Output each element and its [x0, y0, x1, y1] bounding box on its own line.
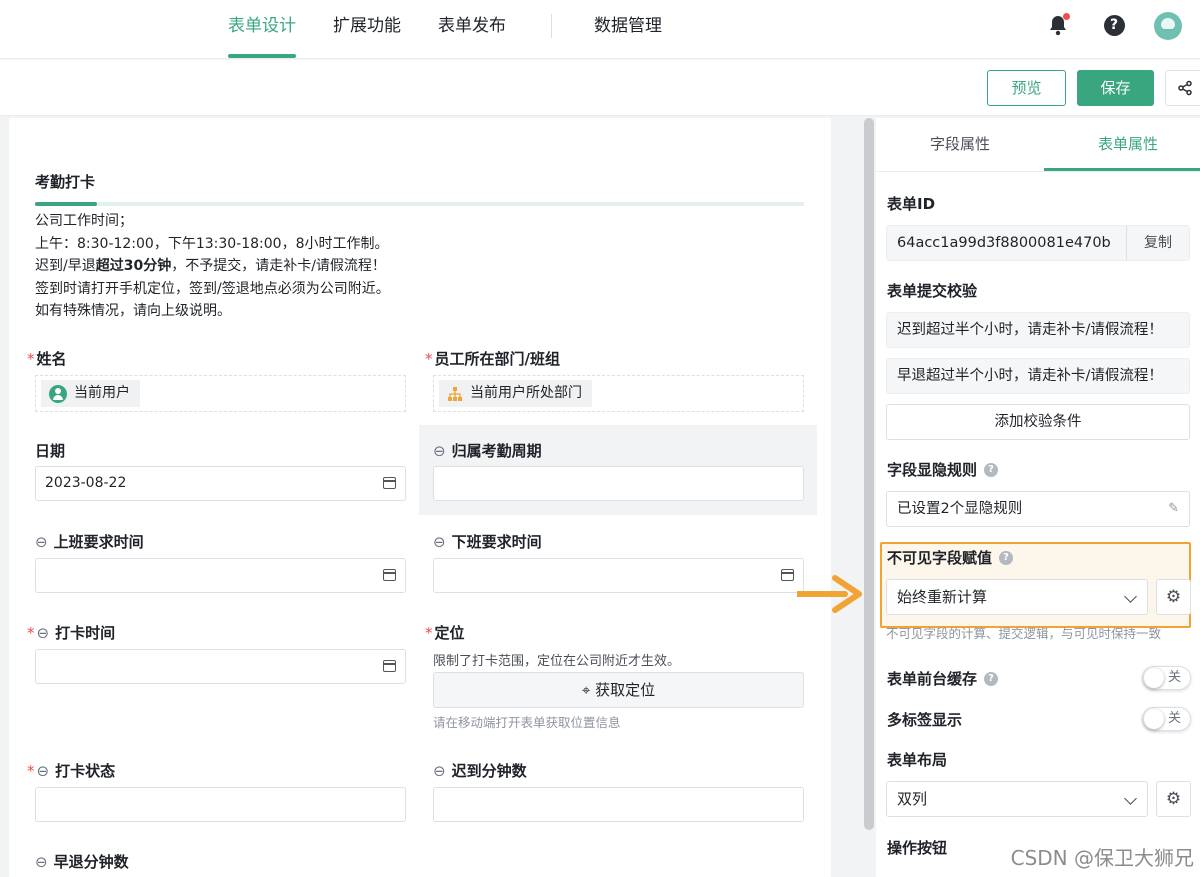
tab-field-properties[interactable]: 字段属性 — [876, 118, 1044, 171]
edit-icon: ✎ — [1168, 501, 1179, 516]
calendar-icon — [383, 477, 396, 489]
share-icon — [1178, 80, 1192, 96]
link-icon: ⊖ — [35, 852, 48, 871]
form-canvas: 考勤打卡 公司工作时间； 上午：8:30-12:00，下午13:30-18:00… — [9, 118, 831, 877]
form-id-label: 表单ID — [887, 195, 936, 213]
field-label-work-end: ⊖ 下班要求时间 — [433, 532, 542, 552]
field-label-location: * 定位 — [425, 623, 465, 643]
field-label-date: 日期 — [35, 442, 66, 460]
date-input[interactable]: 2023-08-22 — [35, 466, 406, 501]
avatar[interactable] — [1154, 12, 1182, 40]
link-icon: ⊖ — [36, 761, 50, 780]
section-divider — [35, 202, 804, 206]
nav-extensions[interactable]: 扩展功能 — [333, 0, 401, 59]
dept-chip: 当前用户所处部门 — [439, 380, 592, 407]
crosshair-icon: ⌖ — [581, 681, 591, 699]
share-button[interactable] — [1165, 70, 1200, 106]
field-label-punch-time: * ⊖ 打卡时间 — [27, 623, 116, 643]
link-icon: ⊖ — [433, 441, 446, 460]
watermark: CSDN @保卫大狮兄 — [1010, 846, 1194, 870]
visibility-label: 字段显隐规则? — [887, 459, 999, 480]
save-button[interactable]: 保存 — [1077, 70, 1154, 106]
location-note: 限制了打卡范围，定位在公司附近才生效。 — [433, 654, 681, 669]
link-icon: ⊖ — [35, 532, 48, 551]
copy-button[interactable]: 复制 — [1126, 226, 1189, 260]
top-bar: 表单设计 扩展功能 表单发布 数据管理 ? — [0, 0, 1200, 59]
org-icon — [448, 386, 462, 401]
calendar-icon — [383, 569, 396, 581]
tab-divider — [876, 171, 1200, 172]
highlight-annotation — [880, 542, 1191, 628]
calendar-icon — [383, 660, 396, 672]
visibility-rules-field[interactable]: 已设置2个显隐规则 ✎ — [886, 491, 1190, 527]
validation-label: 表单提交校验 — [887, 282, 978, 300]
form-id-field: 64acc1a99d3f8800081e470b 复制 — [886, 225, 1190, 261]
arrow-annotation-icon — [797, 575, 862, 613]
section-title: 考勤打卡 — [35, 173, 96, 191]
field-label-punch-status: * ⊖ 打卡状态 — [27, 761, 116, 781]
field-label-period: ⊖ 归属考勤周期 — [433, 441, 542, 461]
preview-button[interactable]: 预览 — [987, 70, 1066, 106]
field-label-work-start: ⊖ 上班要求时间 — [35, 532, 144, 552]
field-label-name: * 姓名 — [27, 349, 67, 369]
dept-field[interactable]: 当前用户所处部门 — [433, 375, 804, 412]
work-start-input[interactable] — [35, 558, 406, 593]
validation-rule-2[interactable]: 早退超过半个小时，请走补卡/请假流程！ — [886, 358, 1190, 394]
name-field[interactable]: 当前用户 — [35, 375, 406, 412]
canvas-scrollbar[interactable] — [864, 118, 874, 830]
properties-panel: 字段属性 表单属性 表单ID 64acc1a99d3f8800081e470b … — [876, 118, 1200, 877]
link-icon: ⊖ — [36, 623, 50, 642]
field-label-dept: * 员工所在部门/班组 — [425, 349, 560, 369]
tab-form-properties[interactable]: 表单属性 — [1044, 118, 1200, 171]
period-input[interactable] — [433, 466, 804, 501]
late-minutes-input[interactable] — [433, 787, 804, 822]
help-icon: ? — [984, 462, 999, 477]
bell-icon[interactable] — [1046, 13, 1070, 37]
punch-time-input[interactable] — [35, 649, 406, 684]
link-icon: ⊖ — [433, 532, 446, 551]
nav-divider — [551, 14, 552, 38]
field-label-early: ⊖ 早退分钟数 — [35, 852, 129, 872]
field-label-late: ⊖ 迟到分钟数 — [433, 761, 527, 781]
link-icon: ⊖ — [433, 761, 446, 780]
notification-dot — [1063, 13, 1070, 20]
user-icon — [49, 384, 67, 403]
nav-form-design[interactable]: 表单设计 — [228, 0, 296, 59]
get-location-button[interactable]: ⌖ 获取定位 — [433, 672, 804, 708]
help-icon[interactable]: ? — [1102, 13, 1126, 37]
add-validation-button[interactable]: 添加校验条件 — [886, 404, 1190, 440]
user-chip: 当前用户 — [41, 380, 140, 407]
nav-publish[interactable]: 表单发布 — [438, 0, 506, 59]
validation-rule-1[interactable]: 迟到超过半个小时，请走补卡/请假流程！ — [886, 312, 1190, 348]
nav-data-management[interactable]: 数据管理 — [594, 0, 662, 59]
form-description: 公司工作时间； 上午：8:30-12:00，下午13:30-18:00，8小时工… — [35, 213, 390, 320]
work-end-input[interactable] — [433, 558, 804, 593]
action-bar: 预览 保存 — [0, 60, 1200, 116]
calendar-icon — [781, 569, 794, 581]
punch-status-input[interactable] — [35, 787, 406, 822]
location-hint: 请在移动端打开表单获取位置信息 — [433, 715, 621, 730]
